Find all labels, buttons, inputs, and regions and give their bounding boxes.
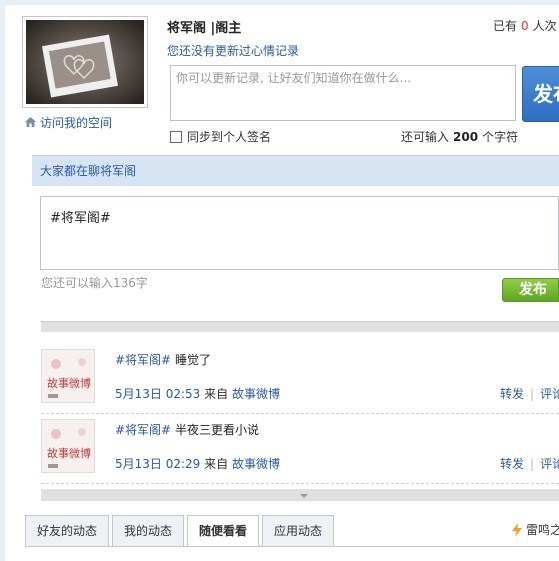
feed-from-label: 来自 [204,387,229,401]
feed-content: 睡觉了 [174,353,211,367]
feed-scroll-top[interactable] [41,321,559,332]
top-border [0,0,559,5]
visit-link-label: 访问我的空间 [40,115,113,130]
action-separator: | [530,457,535,471]
comment-link[interactable]: 评论 [540,457,559,471]
feed-source-link[interactable]: 故事微博 [232,457,280,471]
tab-app-activity[interactable]: 应用动态 [262,515,335,546]
feed-thumbnail[interactable]: 故事微博 [41,419,95,473]
checkbox-icon[interactable] [170,130,182,143]
thunder-link[interactable]: 雷鸣之 [511,521,559,538]
lightning-icon [512,522,522,537]
feed-scroll-more[interactable] [41,489,559,501]
avatar-image [26,20,144,104]
status-placeholder: 你可以更新记录, 让好友们知道你在做什么... [176,71,412,85]
tab-my-activity[interactable]: 我的动态 [112,515,185,546]
tab-random[interactable]: 随便看看 [187,515,260,547]
feed-actions: 转发 | 评论 [500,455,559,472]
left-border [0,0,5,561]
repost-link[interactable]: 转发 [500,457,524,471]
visit-count-value: 0 [521,19,529,33]
thunder-label: 雷鸣之 [526,523,559,537]
feed-meta: 5月13日 02:53 来自 故事微博 [115,385,280,402]
chat-input[interactable]: #将军阁# [40,196,559,270]
feed-text: #将军阁# 睡觉了 [115,351,211,368]
feed-meta: 5月13日 02:29 来自 故事微博 [115,455,280,472]
feed-item: 故事微博 #将军阁# 睡觉了 5月13日 02:53 来自 故事微博 转发 | 评论 [41,345,559,414]
chat-topic-header: 大家都在聊将军阁 [32,155,559,186]
visit-count-prefix: 已有 [493,19,518,33]
action-separator: | [530,387,535,401]
thumb-text: 故事微博 [47,446,91,460]
topic-tag-link[interactable]: #将军阁# [115,353,171,367]
remain-value: 200 [453,130,479,144]
feed-tabs: 好友的动态 我的动态 随便看看 应用动态 [25,515,337,547]
feed-item: 故事微博 #将军阁# 半夜三更看小说 5月13日 02:29 来自 故事微博 转… [41,415,559,484]
feed-from-label: 来自 [204,457,229,471]
tab-divider [25,546,559,547]
avatar[interactable] [22,16,148,108]
feed-time-link[interactable]: 5月13日 02:29 [115,457,200,471]
chat-remaining-chars: 您还可以输入136字 [41,276,148,290]
remain-suffix: 个字符 [482,130,519,144]
remain-prefix: 还可输入 [401,130,450,144]
feed-text: #将军阁# 半夜三更看小说 [115,421,259,438]
story-weibo-logo: 故事微博 [42,350,94,402]
sync-signature-option[interactable]: 同步到个人签名 [170,128,271,145]
feed-source-link[interactable]: 故事微博 [232,387,280,401]
topic-tag-link[interactable]: #将军阁# [115,423,171,437]
chat-publish-button[interactable]: 发布 [502,278,559,302]
story-weibo-logo: 故事微博 [42,420,94,472]
home-icon [25,117,36,127]
feed-time-link[interactable]: 5月13日 02:53 [115,387,200,401]
feed-thumbnail[interactable]: 故事微博 [41,349,95,403]
visit-count-suffix: 人次 [532,19,557,33]
sync-signature-label: 同步到个人签名 [187,130,272,144]
status-input[interactable]: 你可以更新记录, 让好友们知道你在做什么... [170,65,516,121]
feed-content: 半夜三更看小说 [174,423,259,437]
chevron-down-icon [300,494,308,498]
feed-actions: 转发 | 评论 [500,385,559,402]
remaining-chars: 还可输入 200 个字符 [401,128,518,145]
repost-link[interactable]: 转发 [500,387,524,401]
thumb-text: 故事微博 [47,376,91,390]
comment-link[interactable]: 评论 [540,387,559,401]
page-title: 将军阁 |阁主 [167,21,242,36]
no-update-notice: 您还没有更新过心情记录 [167,44,300,58]
visit-count: 已有 0 人次 [493,17,557,34]
tab-friends-activity[interactable]: 好友的动态 [25,515,110,546]
status-publish-button[interactable]: 发布 [522,66,559,122]
visit-my-space-link[interactable]: 访问我的空间 [24,114,112,130]
